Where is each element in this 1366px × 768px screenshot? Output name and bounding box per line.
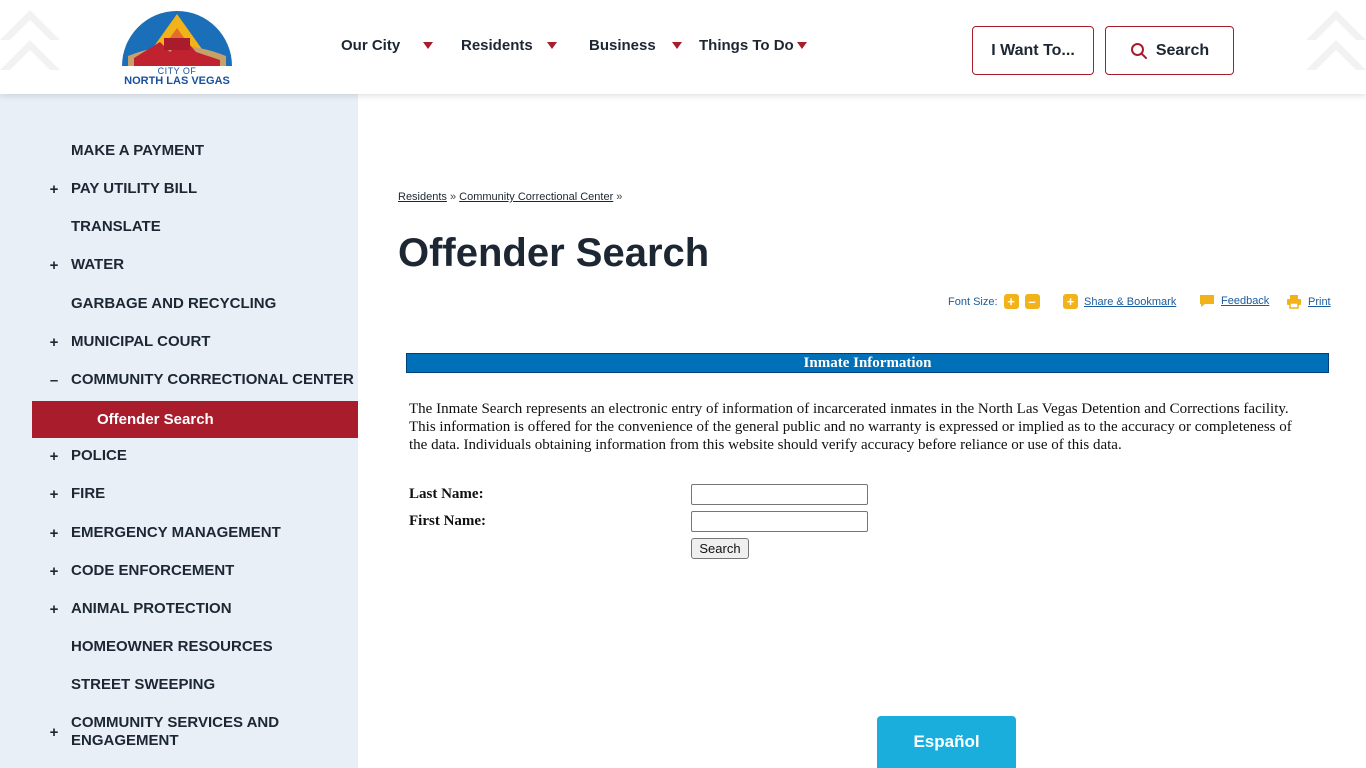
last-name-input[interactable] [691,484,868,505]
expand-icon[interactable]: + [48,486,60,503]
search-icon [1130,42,1147,59]
city-seal-icon [122,11,232,66]
sidebar-item-label: MAKE A PAYMENT [71,142,205,159]
espanol-button[interactable]: Español [877,716,1016,768]
sidebar-item-make-a-payment[interactable]: MAKE A PAYMENT [32,141,358,161]
print-link[interactable]: Print [1308,296,1331,308]
chevron-down-icon[interactable] [797,42,807,49]
inmate-disclaimer: The Inmate Search represents an electron… [409,401,1292,453]
feedback-tool: Feedback [1199,294,1269,308]
nav-our-city[interactable]: Our City [341,37,400,54]
sidebar-item-community-services-and-engagement[interactable]: + COMMUNITY SERVICES AND ENGAGEMENT [32,714,358,752]
sidebar-item-translate[interactable]: TRANSLATE [32,217,358,237]
print-tool: Print [1286,294,1331,309]
expand-icon[interactable]: + [48,181,60,198]
sidebar-item-label: GARBAGE AND RECYCLING [71,295,277,312]
expand-icon[interactable]: + [48,257,60,274]
sidebar-item-label: PAY UTILITY BILL [71,180,198,197]
chevron-down-icon[interactable] [423,42,433,49]
chevron-down-icon[interactable] [672,42,682,49]
sidebar-item-homeowner-resources[interactable]: HOMEOWNER RESOURCES [32,637,358,657]
sidebar-item-municipal-court[interactable]: + MUNICIPAL COURT [32,332,358,352]
feedback-icon[interactable] [1199,294,1215,308]
sidebar-item-label: HOMEOWNER RESOURCES [71,638,273,655]
font-increase-icon[interactable]: + [1003,294,1019,309]
sidebar-item-garbage-and-recycling[interactable]: GARBAGE AND RECYCLING [32,294,358,314]
page-tools: Font Size: + – + Share & Bookmark Feedba… [358,294,1366,312]
city-logo[interactable]: CITY OF NORTH LAS VEGAS [120,8,234,88]
breadcrumb-separator: » [449,191,457,203]
chevron-down-icon[interactable] [547,42,557,49]
main-content: Residents » Community Correctional Cente… [358,94,1366,768]
first-name-input[interactable] [691,511,868,532]
sidebar-item-emergency-management[interactable]: + EMERGENCY MANAGEMENT [32,523,358,543]
inmate-info-header: Inmate Information [406,353,1329,373]
sidebar-item-label: MUNICIPAL COURT [71,333,211,350]
sidebar-item-label: COMMUNITY CORRECTIONAL CENTER [71,371,354,388]
share-bookmark-link[interactable]: Share & Bookmark [1084,296,1176,308]
nav-things-to-do[interactable]: Things To Do [699,37,794,54]
logo-text-city-name: NORTH LAS VEGAS [124,75,230,87]
expand-icon[interactable]: + [48,525,60,542]
sidebar-item-label: TRANSLATE [71,218,161,235]
i-want-to-button[interactable]: I Want To... [972,26,1094,75]
feedback-link[interactable]: Feedback [1221,295,1269,307]
share-tool: + Share & Bookmark [1063,294,1176,309]
sidebar-item-label: EMERGENCY MANAGEMENT [71,524,281,541]
mountain-decoration-icon [1306,10,1366,70]
nav-residents[interactable]: Residents [461,37,533,54]
sidebar-item-fire[interactable]: + FIRE [32,484,358,504]
expand-icon[interactable]: + [48,563,60,580]
sidebar-item-label: Offender Search [97,410,214,428]
sidebar-item-label: WATER [71,256,125,273]
breadcrumb-residents[interactable]: Residents [398,191,447,203]
sidebar-item-animal-protection[interactable]: + ANIMAL PROTECTION [32,599,358,619]
sidebar-nav: MAKE A PAYMENT + PAY UTILITY BILL TRANSL… [0,94,358,768]
expand-icon[interactable]: + [48,334,60,351]
sidebar-item-code-enforcement[interactable]: + CODE ENFORCEMENT [32,561,358,581]
sidebar-item-label: ANIMAL PROTECTION [71,600,232,617]
i-want-to-label: I Want To... [991,41,1075,59]
breadcrumb: Residents » Community Correctional Cente… [398,191,622,203]
sidebar-item-pay-utility-bill[interactable]: + PAY UTILITY BILL [32,179,358,199]
sidebar-item-label: COMMUNITY SERVICES AND ENGAGEMENT [71,714,280,749]
sidebar-item-label: FIRE [71,485,106,502]
first-name-label: First Name: [409,513,487,529]
expand-icon[interactable]: + [48,448,60,465]
breadcrumb-community-correctional-center[interactable]: Community Correctional Center [459,191,613,203]
site-header: CITY OF NORTH LAS VEGAS Our City Residen… [0,0,1366,94]
sidebar-item-community-correctional-center[interactable]: – COMMUNITY CORRECTIONAL CENTER [32,370,358,390]
font-decrease-icon[interactable]: – [1024,294,1040,309]
inmate-search-button[interactable]: Search [691,538,749,559]
breadcrumb-separator: » [616,191,623,203]
page-title: Offender Search [398,231,710,275]
sidebar-item-label: CODE ENFORCEMENT [71,562,235,579]
header-search-button[interactable]: Search [1105,26,1234,75]
sidebar-item-offender-search[interactable]: Offender Search [32,401,358,438]
collapse-icon[interactable]: – [48,372,60,389]
sidebar-item-water[interactable]: + WATER [32,255,358,275]
header-search-label: Search [1155,41,1210,59]
sidebar-item-street-sweeping[interactable]: STREET SWEEPING [32,675,358,695]
sidebar-item-label: STREET SWEEPING [71,676,216,693]
nav-business[interactable]: Business [589,37,656,54]
share-plus-icon[interactable]: + [1063,294,1078,309]
expand-icon[interactable]: + [48,724,60,741]
last-name-label: Last Name: [409,486,484,502]
expand-icon[interactable]: + [48,601,60,618]
font-size-tool: Font Size: + – [948,294,1040,309]
mountain-decoration-icon [0,10,60,70]
sidebar-item-label: POLICE [71,447,127,464]
print-icon[interactable] [1286,294,1302,309]
sidebar-item-police[interactable]: + POLICE [32,446,358,466]
font-size-label: Font Size: [948,295,998,308]
